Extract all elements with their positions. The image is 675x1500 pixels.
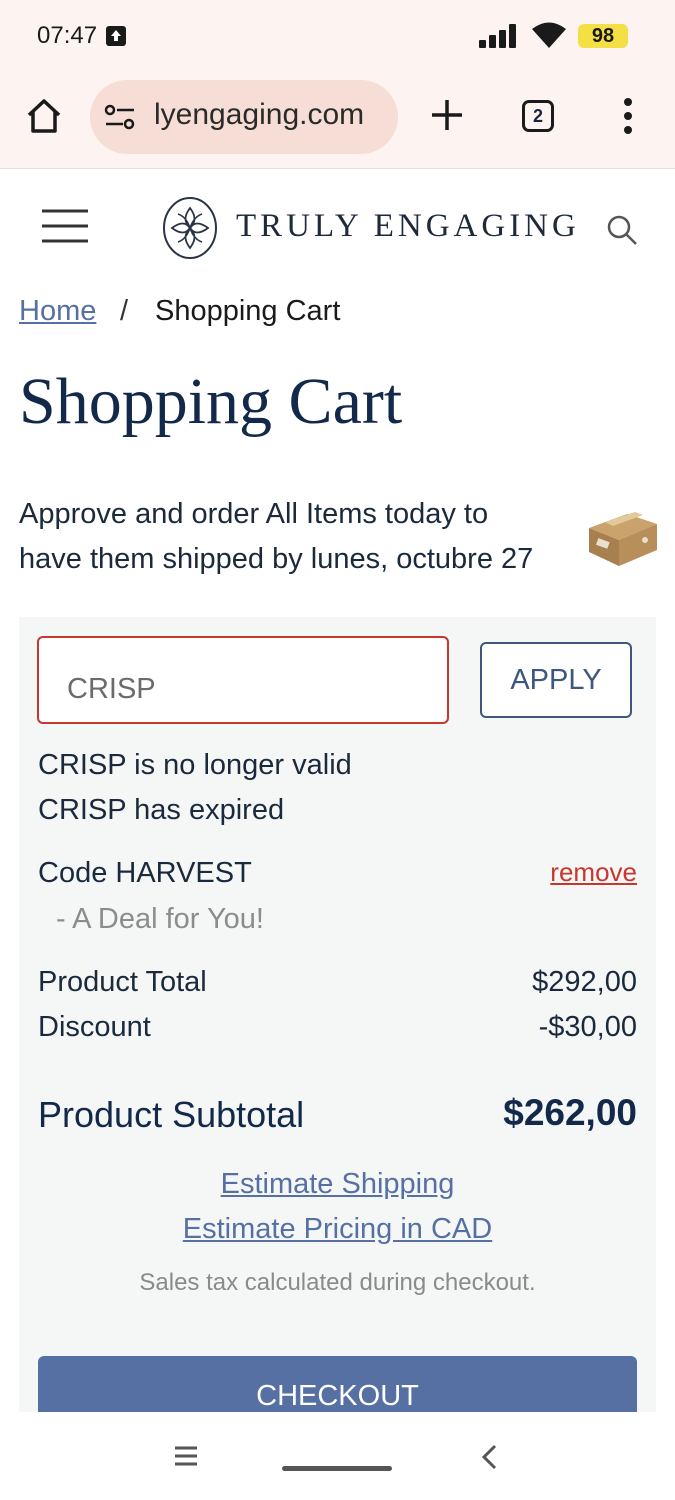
signal-icon (479, 24, 516, 48)
brand-logo-icon[interactable] (162, 196, 218, 260)
discount-label: Discount (38, 1011, 151, 1043)
coupon-error-message: CRISP has expired (38, 794, 285, 826)
battery-indicator: 98 (578, 24, 628, 48)
coupon-code-input[interactable] (37, 636, 449, 724)
url-text[interactable]: lyengaging.com (154, 98, 364, 132)
apply-coupon-button[interactable]: APPLY (480, 642, 632, 718)
applied-code-label: Code HARVEST (38, 857, 252, 889)
remove-code-link[interactable]: remove (550, 857, 637, 888)
discount-value: -$30,00 (538, 1011, 637, 1043)
recent-apps-icon[interactable] (174, 1446, 198, 1466)
breadcrumb-home-link[interactable]: Home (19, 295, 96, 328)
wifi-icon (532, 22, 566, 48)
back-icon[interactable] (480, 1444, 498, 1470)
product-total-value: $292,00 (532, 966, 637, 998)
new-tab-icon[interactable] (430, 98, 464, 132)
search-icon[interactable] (606, 214, 638, 246)
breadcrumb-separator: / (120, 295, 129, 327)
tab-switcher-button[interactable]: 2 (522, 100, 554, 132)
status-bar (0, 0, 675, 72)
home-icon[interactable] (26, 98, 62, 134)
shipping-notice: Approve and order All Items today to hav… (19, 498, 534, 575)
upload-notification-icon (106, 26, 126, 46)
home-gesture-bar[interactable] (282, 1466, 392, 1471)
sales-tax-note: Sales tax calculated during checkout. (139, 1269, 536, 1296)
system-navigation-bar (0, 1412, 675, 1500)
page-title: Shopping Cart (19, 365, 403, 438)
subtotal-value: $262,00 (503, 1092, 637, 1133)
product-total-label: Product Total (38, 966, 207, 998)
hamburger-menu-icon[interactable] (42, 208, 88, 244)
status-time: 07:47 (37, 22, 98, 49)
subtotal-label: Product Subtotal (38, 1094, 305, 1135)
estimate-pricing-link[interactable]: Estimate Pricing in CAD (19, 1213, 656, 1246)
checkout-button[interactable]: CHECKOUT (38, 1356, 637, 1412)
breadcrumb-current: Shopping Cart (155, 295, 341, 327)
coupon-error-message: CRISP is no longer valid (38, 749, 352, 781)
more-options-icon[interactable] (620, 98, 636, 134)
shipping-box-icon (589, 512, 657, 566)
deal-description: - A Deal for You! (56, 903, 264, 935)
estimate-shipping-link[interactable]: Estimate Shipping (19, 1168, 656, 1201)
site-settings-icon[interactable] (104, 102, 136, 132)
brand-name[interactable]: TRULY ENGAGING (236, 208, 580, 245)
